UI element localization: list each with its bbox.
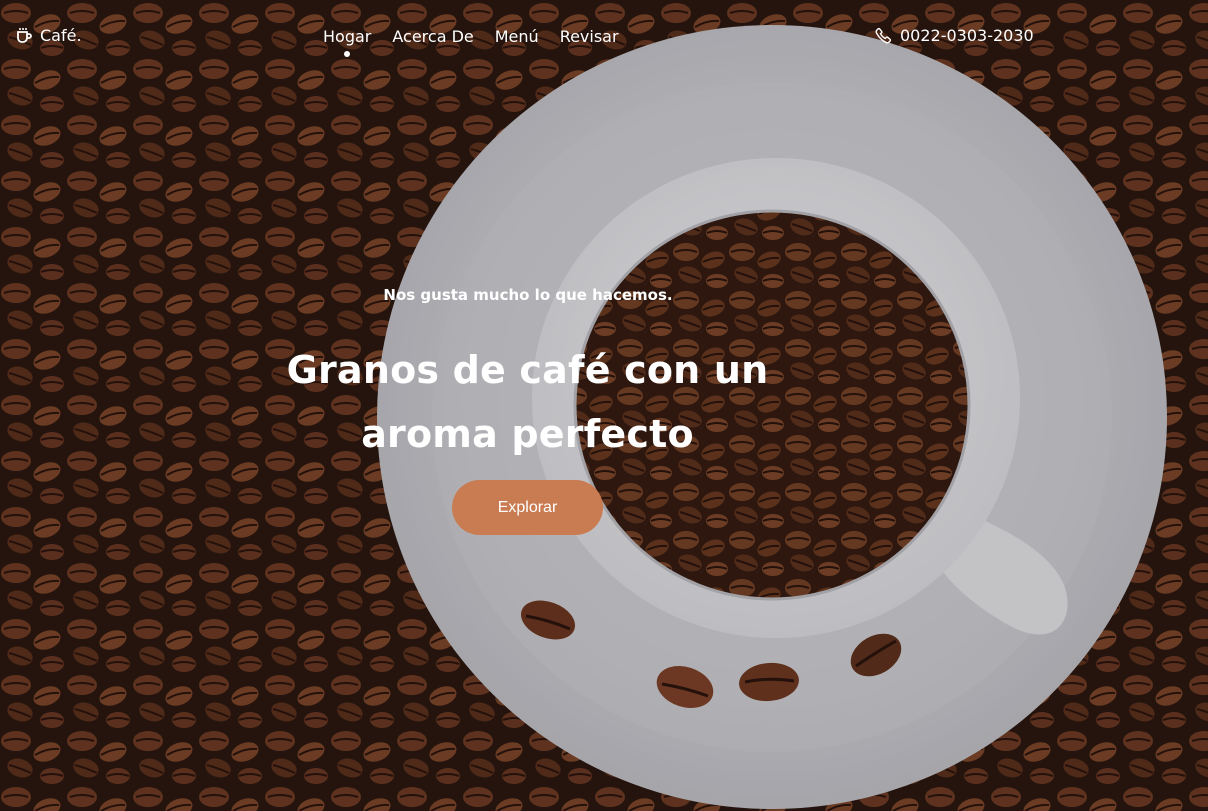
hero-content: Nos gusta mucho lo que hacemos. Granos d… [0,0,1208,811]
main-navigation: Hogar Acerca De Menú Revisar [323,27,619,57]
brand-name: Café. [40,26,82,45]
nav-link-label: Hogar [323,27,372,46]
nav-link-label: Acerca De [392,27,474,46]
hero-section: Café. Hogar Acerca De Menú Revisar 0022-… [0,0,1208,811]
active-nav-indicator [344,51,351,57]
coffee-cup-icon [17,27,32,43]
hero-title-line-1: Granos de café con un [286,348,769,393]
phone-number: 0022-0303-2030 [900,26,1034,45]
nav-link-reviews[interactable]: Revisar [560,27,619,46]
nav-link-home[interactable]: Hogar [323,27,372,57]
nav-link-about[interactable]: Acerca De [392,27,473,46]
phone-icon [875,27,892,44]
brand-logo[interactable]: Café. [15,26,82,45]
phone-contact[interactable]: 0022-0303-2030 [875,26,1034,45]
nav-link-menu[interactable]: Menú [495,27,539,46]
hero-kicker: Nos gusta mucho lo que hacemos. [383,286,673,304]
site-header: Café. Hogar Acerca De Menú Revisar 0022-… [0,0,1208,74]
hero-title: Granos de café con un aroma perfecto [255,338,800,466]
hero-title-line-2: aroma perfecto [361,412,694,457]
nav-link-label: Revisar [559,27,619,46]
nav-link-label: Menú [494,27,539,46]
explore-button[interactable]: Explorar [452,480,603,535]
